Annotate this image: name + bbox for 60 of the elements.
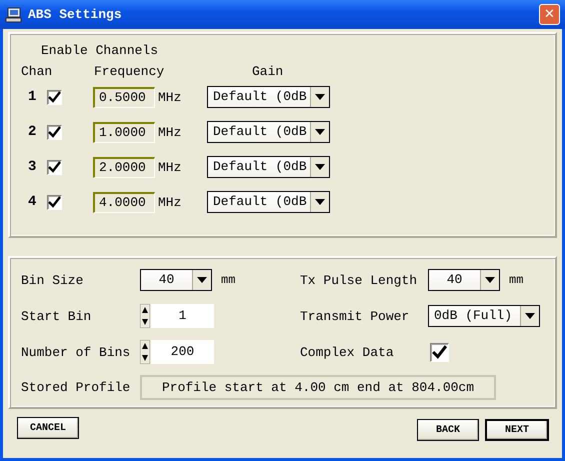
channel-checkbox[interactable] [47,124,62,140]
unit-label: MHz [158,194,182,210]
pulse-length-dropdown[interactable]: 40 [428,269,500,291]
spinner-arrows-icon[interactable] [140,304,150,328]
caret-icon [315,199,325,205]
caret-icon [315,94,325,100]
column-header: Frequency [94,64,166,79]
unit-label: mm [221,273,236,287]
check-icon [48,91,61,103]
channel-number: 4 [28,194,38,210]
caret-icon [315,164,325,170]
bins-count-field[interactable]: 200 [151,340,214,364]
unit-label: MHz [158,160,182,174]
column-header: Gain [251,64,284,79]
section-title: Enable Channels [41,43,160,58]
start-bin-field[interactable]: 1 [151,304,214,328]
stored-profile-field: Profile start at 4.00 cm end at 804.00cm [140,375,496,400]
caret-icon [315,129,325,135]
field-label: Transmit Power [300,308,410,324]
field-label: Tx Pulse Length [300,272,418,288]
computer-icon [5,6,23,22]
channel-checkbox[interactable] [47,160,62,174]
field-label: Stored Profile [21,380,132,395]
channel-number: 2 [28,124,38,140]
complex-data-checkbox[interactable] [430,342,449,362]
check-icon [48,196,61,208]
caret-icon [485,277,495,283]
gain-dropdown[interactable]: Default (0dB [207,191,330,213]
frequency-field[interactable]: 4.0000 [93,192,155,212]
caret-icon [525,313,535,319]
channel-checkbox[interactable] [47,194,62,210]
bin-size-dropdown[interactable]: 40 [140,269,212,291]
gain-dropdown[interactable]: Default (0dB [207,86,330,108]
unit-label: mm [509,273,524,287]
transmit-power-dropdown[interactable]: 0dB (Full) [428,305,540,327]
frequency-field[interactable]: 1.0000 [93,122,155,142]
dialog-button[interactable]: CANCEL [17,417,79,439]
channel-number: 1 [28,89,38,105]
gain-dropdown[interactable]: Default (0dB [207,156,330,178]
unit-label: MHz [158,90,182,104]
dialog-button[interactable]: BACK [417,419,479,441]
caret-icon [197,277,207,283]
column-header: Chan [21,64,54,79]
check-icon [48,126,61,138]
frequency-field[interactable]: 0.5000 [93,86,155,108]
frequency-field[interactable]: 2.0000 [93,156,155,178]
field-label: Number of Bins [21,344,132,360]
field-label: Complex Data [300,344,395,360]
gain-dropdown[interactable]: Default (0dB [207,121,330,143]
check-icon [432,345,447,359]
window-title: ABS Settings [28,7,123,22]
dialog-button[interactable]: NEXT [485,419,549,441]
channel-number: 3 [28,159,38,175]
check-icon [48,161,61,173]
field-label: Start Bin [21,308,92,324]
unit-label: MHz [158,124,182,140]
field-label: Bin Size [21,272,84,288]
spinner-arrows-icon[interactable] [140,340,150,364]
channel-checkbox[interactable] [47,90,62,104]
close-button[interactable]: ✕ [539,4,560,25]
